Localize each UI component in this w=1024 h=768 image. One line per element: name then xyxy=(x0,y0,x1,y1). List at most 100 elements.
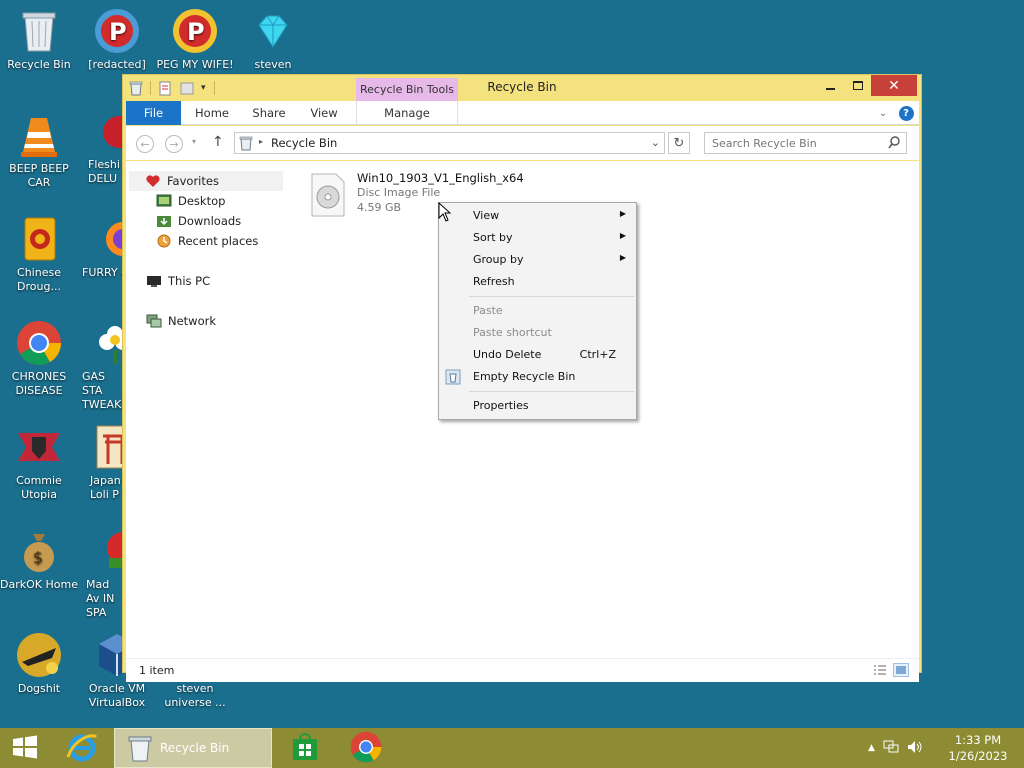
volume-icon[interactable] xyxy=(907,740,923,757)
details-view-button[interactable] xyxy=(873,664,887,676)
desktop-icon-label: Chinese Droug... xyxy=(17,266,61,293)
desktop-icon-label: DarkOK Home xyxy=(0,578,78,591)
menu-item-view[interactable]: View ▶ xyxy=(439,205,636,227)
desktop-icon-steven[interactable]: steven xyxy=(234,8,312,72)
breadcrumb[interactable]: Recycle Bin xyxy=(271,136,337,150)
nav-item-this-pc[interactable]: This PC xyxy=(146,271,210,291)
menu-item-group-by[interactable]: Group by ▶ xyxy=(439,249,636,271)
svg-text:$: $ xyxy=(33,548,43,567)
up-button[interactable]: ↑ xyxy=(212,134,224,150)
torii-icon xyxy=(92,424,122,470)
nav-item-favorites[interactable]: Favorites xyxy=(129,171,283,191)
tab-manage[interactable]: Manage xyxy=(356,101,458,125)
menu-item-paste[interactable]: Paste xyxy=(439,300,636,322)
title-bar[interactable]: ▾ Recycle Bin Tools Recycle Bin ✕ xyxy=(123,75,921,102)
desktop-icon-label: [redacted] xyxy=(88,58,146,71)
desktop-icon-label: Oracle VM VirtualBox xyxy=(88,682,146,709)
maximize-button[interactable] xyxy=(845,75,871,96)
disc-image-icon xyxy=(311,173,345,217)
taskbar-chrome-button[interactable] xyxy=(342,728,390,768)
menu-item-label: Empty Recycle Bin xyxy=(473,370,576,383)
forward-button[interactable]: → xyxy=(165,135,183,153)
forward-arrow-icon: → xyxy=(169,137,179,151)
menu-item-refresh[interactable]: Refresh xyxy=(439,271,636,293)
vlc-icon xyxy=(16,112,62,158)
taskbar-task-label: Recycle Bin xyxy=(160,741,230,755)
desktop-icon-recycle-bin[interactable]: Recycle Bin xyxy=(0,8,78,72)
desktop-icon-chrome[interactable]: CHRONES DISEASE xyxy=(0,320,78,398)
nav-item-downloads[interactable]: Downloads xyxy=(156,211,241,231)
nav-item-label: This PC xyxy=(168,274,211,288)
menu-item-label: Properties xyxy=(473,399,529,412)
nav-item-recent-places[interactable]: Recent places xyxy=(156,231,258,251)
menu-item-paste-shortcut[interactable]: Paste shortcut xyxy=(439,322,636,344)
desktop-icon-label: Fleshi DELU xyxy=(88,158,120,185)
ribbon-expand-button[interactable]: ⌄ xyxy=(874,101,892,125)
search-input[interactable] xyxy=(705,133,883,153)
up-arrow-icon: ↑ xyxy=(212,134,224,150)
network-icon[interactable] xyxy=(883,740,899,757)
desktop-icon-label: Commie Utopia xyxy=(16,474,62,501)
refresh-button[interactable]: ↻ xyxy=(668,132,690,154)
menu-item-properties[interactable]: Properties xyxy=(439,395,636,417)
nav-item-label: Recent places xyxy=(178,234,259,248)
nav-item-desktop[interactable]: Desktop xyxy=(156,191,225,211)
diamond-icon xyxy=(250,8,296,54)
desktop-icon-label: PEG MY WIFE! xyxy=(156,58,234,71)
file-type: Disc Image File xyxy=(357,186,441,199)
desktop-icon-furry[interactable]: FURRY C xyxy=(78,216,122,280)
menu-item-undo-delete[interactable]: Undo Delete Ctrl+Z xyxy=(439,344,636,366)
recent-locations-button[interactable]: ▾ xyxy=(192,137,196,146)
taskbar-recycle-bin-button[interactable]: Recycle Bin xyxy=(114,728,272,768)
desktop-icon-gas-station[interactable]: GAS STA TWEAK xyxy=(78,320,122,412)
tab-file[interactable]: File xyxy=(126,101,181,125)
clock[interactable]: 1:33 PM 1/26/2023 xyxy=(938,732,1018,764)
desktop-icon-japan[interactable]: Japan Loli P xyxy=(78,424,122,502)
desktop-icon-commie[interactable]: Commie Utopia xyxy=(0,424,78,502)
network-icon xyxy=(146,314,162,328)
menu-item-label: Refresh xyxy=(473,275,515,288)
address-bar-row: ← → ▾ ↑ ▸ Recycle Bin ⌄ ↻ xyxy=(126,126,919,160)
menu-item-label: Group by xyxy=(473,253,524,266)
breadcrumb-separator-icon: ▸ xyxy=(259,137,264,146)
chevron-down-icon: ▾ xyxy=(192,137,197,146)
back-button[interactable]: ← xyxy=(136,135,154,153)
desktop-icon-peggle-1[interactable]: P [redacted] xyxy=(78,8,156,72)
desktop-icon-chinese[interactable]: Chinese Droug... xyxy=(0,216,78,294)
desktop-icon-dogshit[interactable]: Dogshit xyxy=(0,632,78,696)
status-bar: 1 item xyxy=(126,658,919,682)
show-hidden-icons-button[interactable]: ▲ xyxy=(868,743,875,753)
peggle-icon: P xyxy=(172,8,218,54)
large-icons-view-button[interactable] xyxy=(893,663,909,677)
menu-item-empty-recycle-bin[interactable]: Empty Recycle Bin xyxy=(439,366,636,388)
desktop-icon-mad-av[interactable]: Mad Av IN SPA xyxy=(78,528,122,620)
desktop-icon-label: Mad Av IN SPA xyxy=(86,578,115,619)
nav-item-network[interactable]: Network xyxy=(146,311,216,331)
search-icon[interactable] xyxy=(888,136,900,152)
tab-home[interactable]: Home xyxy=(188,101,236,125)
menu-item-sort-by[interactable]: Sort by ▶ xyxy=(439,227,636,249)
menu-item-shortcut: Ctrl+Z xyxy=(579,348,616,361)
search-box xyxy=(704,132,907,154)
taskbar-ie-button[interactable] xyxy=(58,728,106,768)
minimize-button[interactable] xyxy=(817,75,843,96)
submenu-arrow-icon: ▶ xyxy=(619,231,626,240)
context-menu: View ▶ Sort by ▶ Group by ▶ Refresh Past… xyxy=(438,202,637,420)
taskbar-store-button[interactable] xyxy=(282,728,328,768)
window-title: Recycle Bin xyxy=(487,80,557,94)
menu-item-label: Undo Delete xyxy=(473,348,542,361)
firefox-icon xyxy=(94,216,122,262)
desktop-icon-label: FURRY C xyxy=(82,266,122,279)
desktop-icon-beep-beep-car[interactable]: BEEP BEEP CAR xyxy=(0,112,78,190)
desktop-icon-peggle-2[interactable]: P PEG MY WIFE! xyxy=(156,8,234,72)
address-dropdown-button[interactable]: ⌄ xyxy=(651,136,660,149)
computer-icon xyxy=(146,274,162,288)
desktop-icon-darkok[interactable]: $ DarkOK Home xyxy=(0,528,78,592)
address-bar[interactable]: ▸ Recycle Bin ⌄ xyxy=(234,132,665,154)
help-button[interactable]: ? xyxy=(896,101,916,125)
start-button[interactable] xyxy=(0,728,50,768)
tab-share[interactable]: Share xyxy=(244,101,294,125)
tab-view[interactable]: View xyxy=(302,101,346,125)
desktop-icon-fleshi[interactable]: Fleshi DELU xyxy=(78,112,122,186)
close-button[interactable]: ✕ xyxy=(871,75,917,96)
